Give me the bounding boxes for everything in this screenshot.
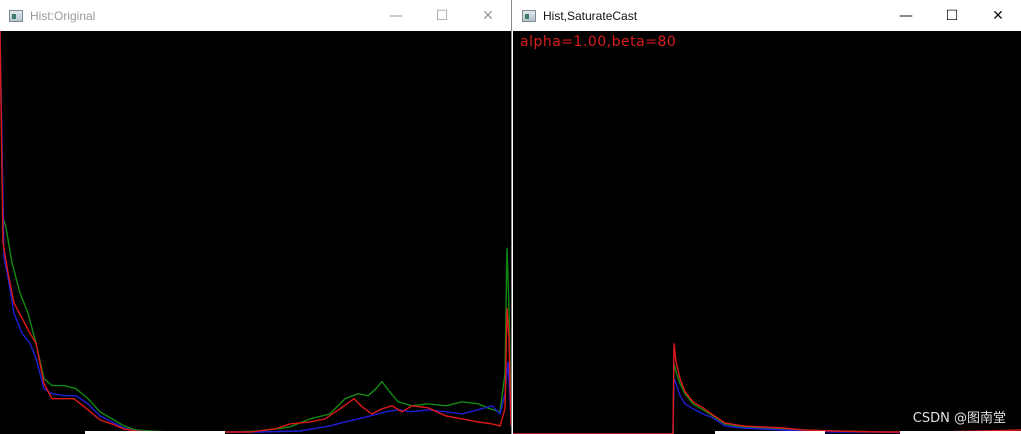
- hist-original-window: Hist:Original — ☐ ✕: [0, 0, 512, 434]
- close-button[interactable]: ✕: [975, 0, 1021, 31]
- histogram-line-red: [0, 31, 511, 433]
- title-bar[interactable]: Hist:Original — ☐ ✕: [0, 0, 511, 31]
- window-icon: [9, 9, 23, 22]
- watermark-text: CSDN @图南堂: [912, 411, 1006, 426]
- title-bar[interactable]: Hist,SaturateCast — ☐ ✕: [513, 0, 1021, 31]
- maximize-button[interactable]: ☐: [419, 0, 465, 31]
- window-controls: — ☐ ✕: [883, 0, 1021, 31]
- alpha-beta-label: alpha=1.00,beta=80: [520, 34, 677, 50]
- histogram-svg: [513, 343, 1021, 434]
- minimize-button[interactable]: —: [373, 0, 419, 31]
- histogram-plot-saturatecast: [513, 31, 1021, 434]
- histogram-line-blue: [0, 31, 511, 433]
- window-title: Hist:Original: [30, 8, 96, 23]
- window-icon: [522, 9, 536, 22]
- window-controls: — ☐ ✕: [373, 0, 511, 31]
- histogram-plot-original: [0, 31, 511, 434]
- minimize-button[interactable]: —: [883, 0, 929, 31]
- histogram-svg: [0, 31, 511, 433]
- close-button[interactable]: ✕: [465, 0, 511, 31]
- maximize-button[interactable]: ☐: [929, 0, 975, 31]
- histogram-line-green: [0, 31, 511, 433]
- hist-saturatecast-window: Hist,SaturateCast — ☐ ✕ alpha=1.00,beta=…: [513, 0, 1021, 434]
- window-title: Hist,SaturateCast: [543, 8, 638, 23]
